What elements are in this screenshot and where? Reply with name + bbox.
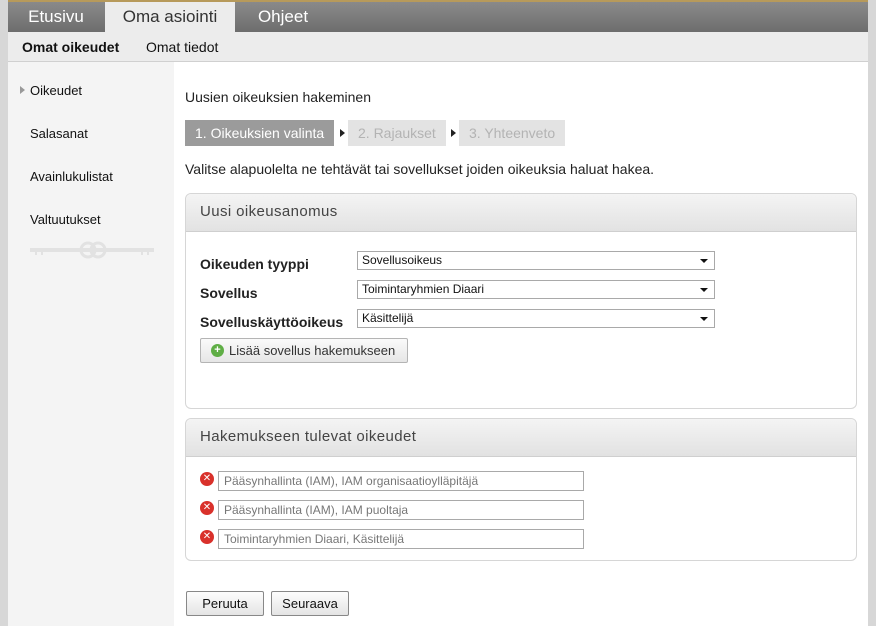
sovelluskayttooikeus-select[interactable]: Käsittelijä [357,309,715,328]
chevron-down-icon [700,259,708,263]
step-1: 1. Oikeuksien valinta [185,120,335,146]
chevron-down-icon [700,317,708,321]
top-nav: Etusivu Oma asiointi Ohjeet [8,0,868,32]
chevron-right-icon [340,129,345,137]
key-icon [30,241,154,259]
subnav-omat-tiedot[interactable]: Omat tiedot [146,39,218,55]
request-panel: Uusi oikeusanomus Oikeuden tyyppi Sovell… [185,193,857,409]
step-3: 3. Yhteenveto [459,120,566,146]
sidebar: Oikeudet Salasanat Avainlukulistat Valtu… [8,62,174,626]
add-application-button[interactable]: + Lisää sovellus hakemukseen [200,338,408,363]
tab-ohjeet[interactable]: Ohjeet [248,2,318,32]
right-item: Pääsynhallinta (IAM), IAM organisaatioyl… [218,471,584,491]
remove-icon[interactable]: ✕ [200,530,214,544]
sovellus-value: Toimintaryhmien Diaari [362,282,485,296]
sidebar-item-oikeudet[interactable]: Oikeudet [30,83,82,98]
field-label-oikeuden-tyyppi: Oikeuden tyyppi [200,256,309,272]
tab-etusivu[interactable]: Etusivu [16,2,96,32]
oikeuden-tyyppi-select[interactable]: Sovellusoikeus [357,251,715,270]
chevron-right-icon [20,86,25,94]
main-content: Uusien oikeuksien hakeminen 1. Oikeuksie… [174,62,868,626]
step-2: 2. Rajaukset [348,120,446,146]
remove-icon[interactable]: ✕ [200,472,214,486]
sidebar-item-salasanat[interactable]: Salasanat [30,126,88,141]
subnav-omat-oikeudet[interactable]: Omat oikeudet [22,39,119,55]
plus-icon: + [211,344,224,357]
next-button[interactable]: Seuraava [271,591,349,616]
right-item: Toimintaryhmien Diaari, Käsittelijä [218,529,584,549]
remove-icon[interactable]: ✕ [200,501,214,515]
field-label-sovelluskayttooikeus: Sovelluskäyttöoikeus [200,314,344,330]
page-title: Uusien oikeuksien hakeminen [185,89,371,105]
rights-panel: Hakemukseen tulevat oikeudet ✕ Pääsynhal… [185,418,857,561]
chevron-right-icon [451,129,456,137]
rights-panel-title: Hakemukseen tulevat oikeudet [186,419,856,457]
cancel-button[interactable]: Peruuta [186,591,264,616]
intro-text: Valitse alapuolelta ne tehtävät tai sove… [185,161,655,177]
field-label-sovellus: Sovellus [200,285,258,301]
sovelluskayttooikeus-value: Käsittelijä [362,311,414,325]
right-item: Pääsynhallinta (IAM), IAM puoltaja [218,500,584,520]
chevron-down-icon [700,288,708,292]
oikeuden-tyyppi-value: Sovellusoikeus [362,253,443,267]
sovellus-select[interactable]: Toimintaryhmien Diaari [357,280,715,299]
tab-oma-asiointi[interactable]: Oma asiointi [105,2,235,32]
sidebar-item-valtuutukset[interactable]: Valtuutukset [30,212,101,227]
sidebar-item-avainlukulistat[interactable]: Avainlukulistat [30,169,113,184]
sub-nav: Omat oikeudet Omat tiedot [8,32,868,62]
add-application-label: Lisää sovellus hakemukseen [229,343,396,358]
request-panel-title: Uusi oikeusanomus [186,194,856,232]
